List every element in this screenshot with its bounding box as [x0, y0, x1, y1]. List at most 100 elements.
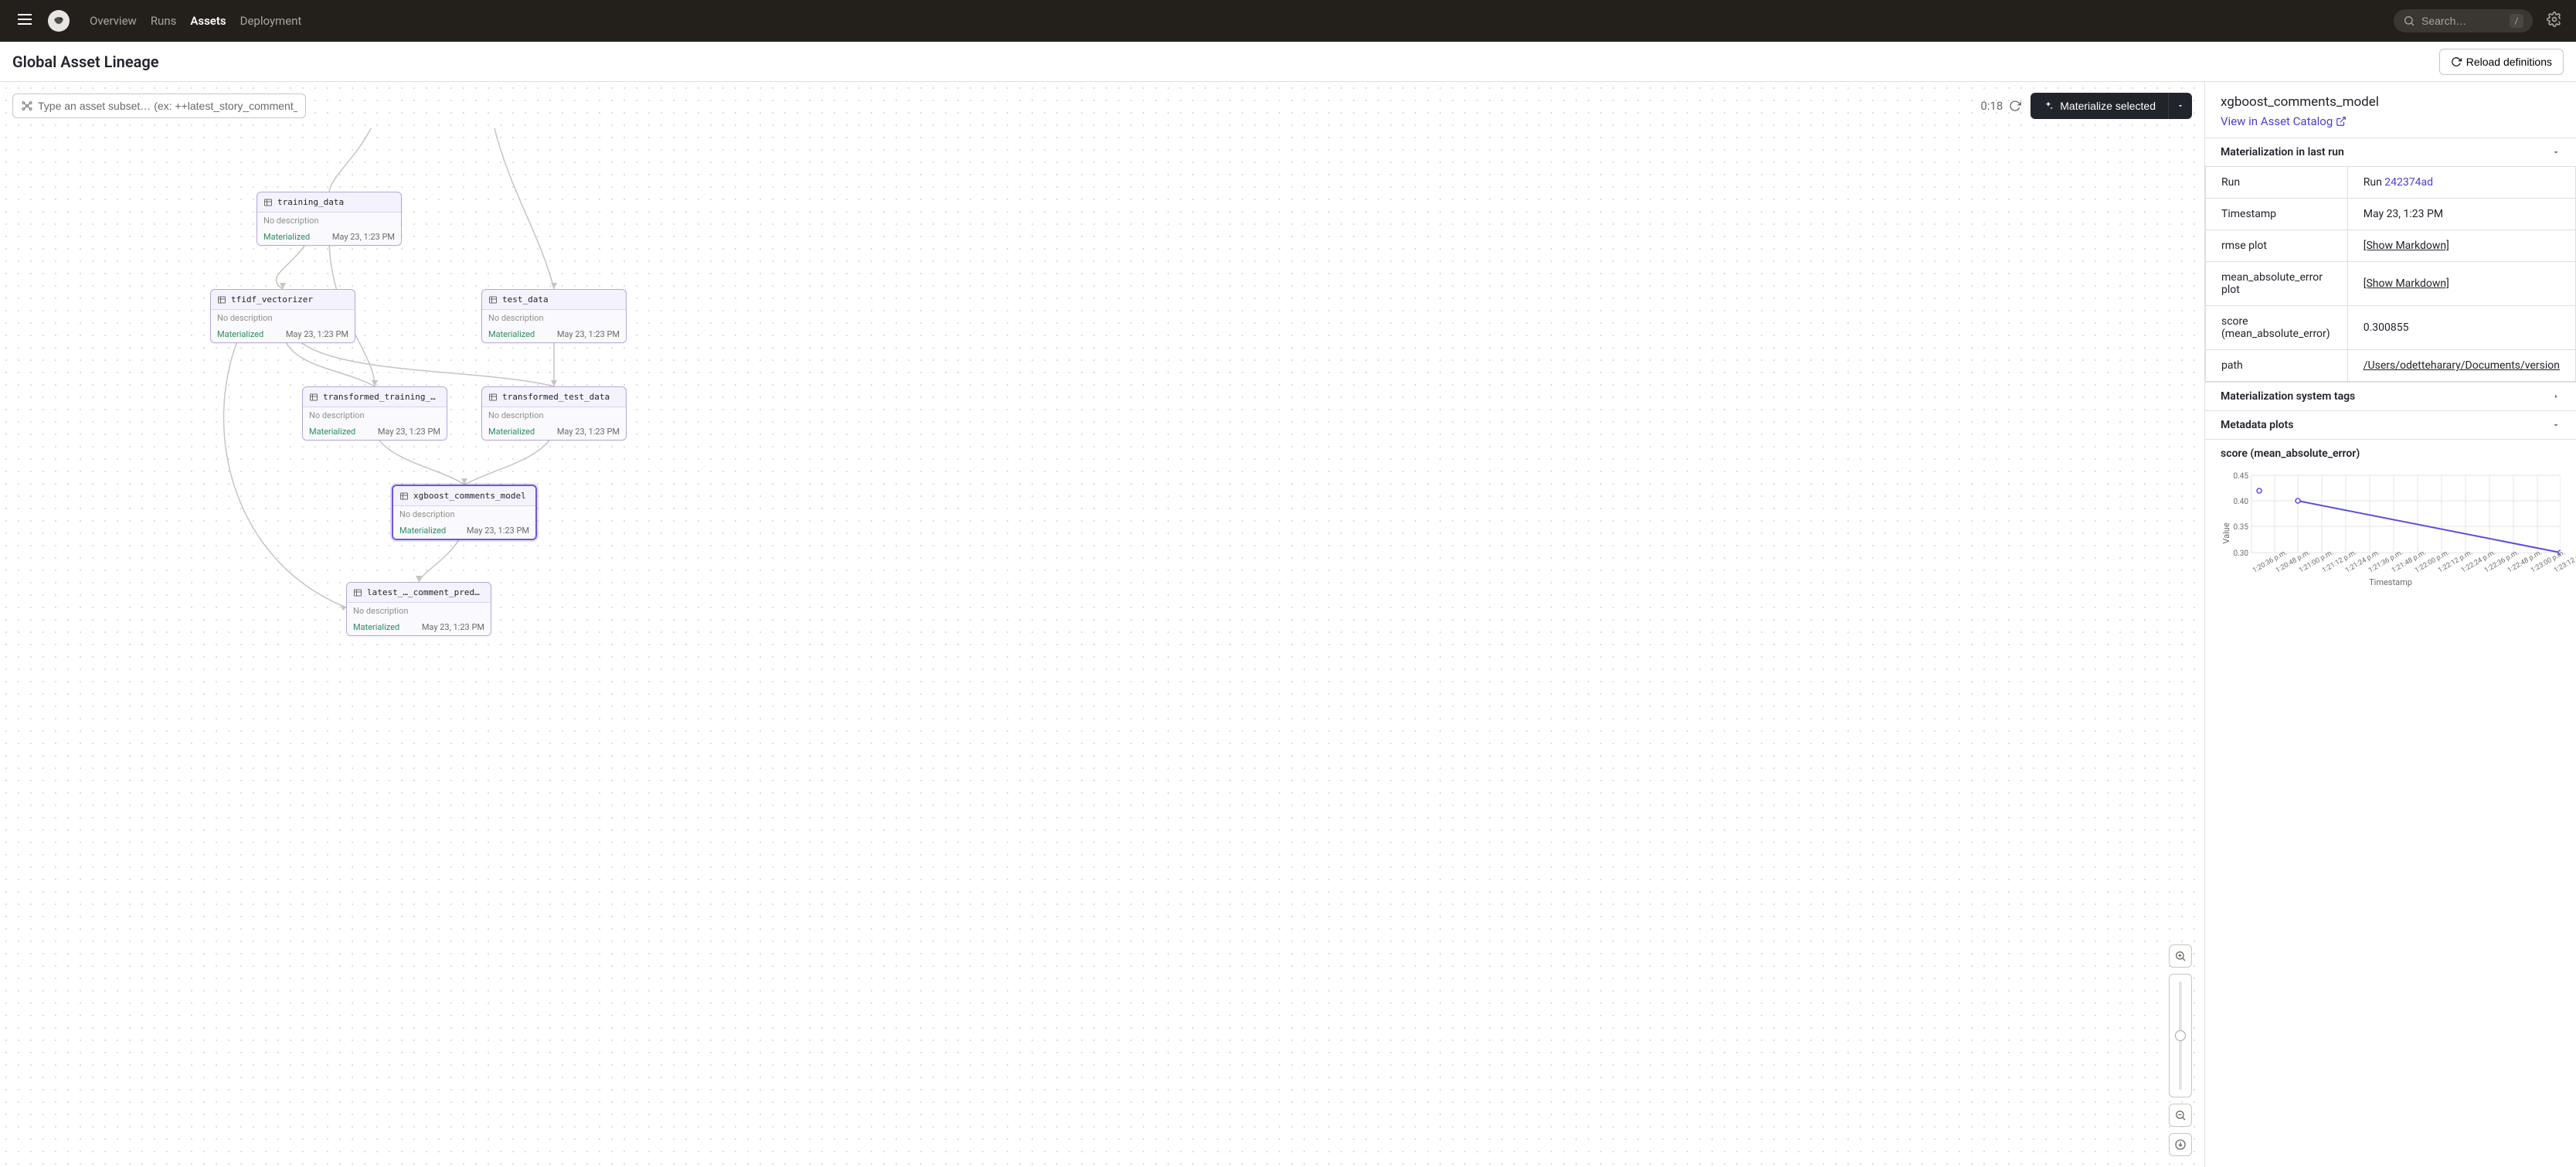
- graph-panel: training_data No description Materialized M…: [0, 82, 2205, 1167]
- svg-text:0.35: 0.35: [2234, 523, 2249, 532]
- zoom-slider-thumb[interactable]: [2175, 1030, 2186, 1041]
- table-icon: [488, 295, 498, 305]
- reload-label: Reload definitions: [2466, 56, 2552, 68]
- search-input[interactable]: [2421, 15, 2503, 27]
- section-metadata-plots[interactable]: Metadata plots: [2205, 410, 2576, 440]
- search-icon: [2403, 15, 2415, 27]
- asset-name: latest_…_comment_predictions: [367, 587, 484, 597]
- sparkle-icon: [2043, 100, 2054, 111]
- download-icon: [2174, 1138, 2187, 1151]
- zoom-in-icon: [2174, 950, 2187, 962]
- page-header: Global Asset Lineage Reload definitions: [0, 42, 2576, 82]
- chevron-down-icon: [2551, 420, 2561, 430]
- asset-timestamp: May 23, 1:23 PM: [378, 427, 440, 437]
- plot-xlabel: Timestamp: [2221, 577, 2561, 587]
- asset-description: No description: [347, 603, 491, 619]
- asset-subset-filter[interactable]: [12, 94, 306, 118]
- asset-node-training_data[interactable]: training_dataNo descriptionMaterializedM…: [257, 192, 402, 246]
- show-markdown-link[interactable]: [Show Markdown]: [2364, 277, 2449, 290]
- menu-toggle[interactable]: [9, 4, 40, 38]
- plot-xticks: 1:20:36 p.m.1:20:48 p.m.1:21:00 p.m.1:21…: [2221, 568, 2561, 576]
- asset-description: No description: [211, 310, 355, 326]
- plot-title: score (mean_absolute_error): [2221, 447, 2561, 460]
- nav-assets[interactable]: Assets: [190, 14, 226, 28]
- zoom-out-button[interactable]: [2169, 1104, 2192, 1127]
- zoom-in-button[interactable]: [2169, 944, 2192, 968]
- asset-name: transformed_training_data: [323, 392, 440, 402]
- table-row: Run Run 242374ad: [2206, 167, 2576, 199]
- dagster-logo[interactable]: [46, 9, 71, 33]
- show-markdown-link[interactable]: [Show Markdown]: [2364, 240, 2449, 252]
- asset-node-tfidf_vectorizer[interactable]: tfidf_vectorizer No description Materializ…: [210, 289, 355, 343]
- asset-description: No description: [393, 506, 535, 522]
- asset-name: xgboost_comments_model: [413, 491, 526, 501]
- gear-icon: [2547, 12, 2562, 27]
- table-row: Timestamp May 23, 1:23 PM: [2206, 199, 2576, 230]
- svg-text:0.30: 0.30: [2234, 549, 2249, 558]
- reload-icon: [2451, 56, 2462, 67]
- asset-description: No description: [482, 310, 626, 326]
- asset-status: Materialized: [488, 427, 535, 437]
- table-row: path /Users/odetteharary/Documents/versi…: [2206, 350, 2576, 382]
- section-materialization[interactable]: Materialization in last run: [2205, 138, 2576, 166]
- asset-node-test_data[interactable]: test_dataNo descriptionMaterializedMay 2…: [481, 289, 627, 343]
- table-icon: [263, 198, 273, 207]
- path-link[interactable]: /Users/odetteharary/Documents/version: [2364, 359, 2560, 372]
- asset-status: Materialized: [217, 329, 263, 339]
- graph-canvas[interactable]: training_data No description Materialized M…: [0, 82, 2204, 1167]
- asset-description: No description: [482, 407, 626, 424]
- refresh-icon[interactable]: [2009, 100, 2021, 112]
- external-link-icon: [2336, 116, 2347, 127]
- page-title: Global Asset Lineage: [12, 53, 159, 71]
- filter-icon: [21, 100, 33, 112]
- nav-deployment[interactable]: Deployment: [240, 14, 302, 28]
- metadata-plot: score (mean_absolute_error) Value: [2205, 440, 2576, 614]
- chevron-down-icon: [2177, 102, 2184, 110]
- asset-timestamp: May 23, 1:23 PM: [557, 427, 620, 437]
- details-asset-title: xgboost_comments_model: [2221, 94, 2561, 110]
- asset-name: test_data: [502, 294, 549, 305]
- zoom-controls: [2169, 944, 2192, 1156]
- reload-definitions-button[interactable]: Reload definitions: [2439, 49, 2564, 75]
- timer-value: 0:18: [1980, 99, 2003, 113]
- asset-name: tfidf_vectorizer: [231, 294, 313, 305]
- view-in-catalog-link[interactable]: View in Asset Catalog: [2221, 114, 2347, 128]
- graph-toolbar: 0:18 Materialize selected: [12, 93, 2192, 119]
- asset-timestamp: May 23, 1:23 PM: [422, 622, 484, 632]
- nav-links: Overview Runs Assets Deployment: [90, 14, 301, 28]
- materialize-selected-button[interactable]: Materialize selected: [2031, 93, 2168, 119]
- details-panel: xgboost_comments_model View in Asset Cat…: [2205, 82, 2576, 1167]
- table-row: rmse plot [Show Markdown]: [2206, 230, 2576, 262]
- chevron-down-icon: [2551, 148, 2561, 157]
- asset-status: Materialized: [488, 329, 535, 339]
- asset-timestamp: May 23, 1:23 PM: [332, 232, 395, 242]
- zoom-out-icon: [2174, 1109, 2187, 1121]
- global-search[interactable]: /: [2394, 9, 2533, 32]
- topbar: Overview Runs Assets Deployment /: [0, 0, 2576, 42]
- asset-subset-input[interactable]: [38, 100, 297, 112]
- zoom-slider[interactable]: [2169, 974, 2192, 1097]
- asset-status: Materialized: [263, 232, 310, 242]
- svg-text:0.40: 0.40: [2234, 498, 2249, 506]
- asset-node-transformed_test_data[interactable]: transformed_test_dataNo descriptionMater…: [481, 386, 627, 441]
- asset-timestamp: May 23, 1:23 PM: [467, 526, 529, 536]
- materialization-table: Run Run 242374ad Timestamp May 23, 1:23 …: [2205, 166, 2576, 382]
- asset-timestamp: May 23, 1:23 PM: [286, 329, 348, 339]
- table-icon: [399, 492, 409, 501]
- asset-node-xgboost_comments_model[interactable]: xgboost_comments_modelNo descriptionMate…: [392, 485, 537, 540]
- nav-overview[interactable]: Overview: [90, 14, 137, 28]
- asset-status: Materialized: [353, 622, 399, 632]
- download-graph-button[interactable]: [2169, 1133, 2192, 1156]
- settings-button[interactable]: [2542, 7, 2567, 35]
- asset-name: training_data: [277, 197, 344, 207]
- hamburger-icon: [15, 10, 34, 29]
- asset-node-latest_comment_predictions[interactable]: latest_…_comment_predictions No descripti…: [346, 582, 491, 636]
- asset-node-transformed_training_data[interactable]: transformed_training_dataNo descriptionM…: [302, 386, 447, 441]
- nav-runs[interactable]: Runs: [151, 14, 177, 28]
- table-icon: [217, 295, 226, 305]
- refresh-timer: 0:18: [1980, 99, 2021, 113]
- plot-ylabel: Value: [2221, 522, 2231, 543]
- run-link[interactable]: 242374ad: [2384, 176, 2433, 189]
- section-system-tags[interactable]: Materialization system tags: [2205, 382, 2576, 410]
- materialize-dropdown[interactable]: [2168, 93, 2192, 119]
